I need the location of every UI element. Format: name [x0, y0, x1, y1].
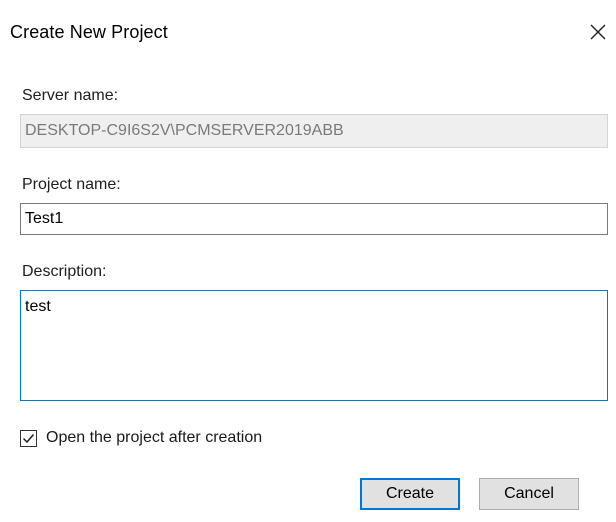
- open-after-creation-label: Open the project after creation: [46, 429, 263, 446]
- description-label: Description:: [22, 263, 107, 280]
- project-name-label: Project name:: [22, 176, 121, 193]
- close-button[interactable]: [584, 18, 612, 46]
- server-name-field: [20, 114, 608, 148]
- dialog-title: Create New Project: [10, 22, 168, 42]
- close-icon: [590, 24, 606, 40]
- description-input[interactable]: test: [20, 290, 608, 401]
- open-after-creation-checkbox[interactable]: [20, 429, 37, 447]
- project-name-input[interactable]: [20, 203, 608, 235]
- create-button[interactable]: Create: [360, 478, 460, 510]
- open-after-creation-option[interactable]: Open the project after creation: [20, 428, 262, 448]
- server-name-label: Server name:: [22, 87, 119, 104]
- create-project-dialog: Create New Project Server name: Project …: [0, 0, 616, 522]
- cancel-button[interactable]: Cancel: [479, 478, 579, 510]
- checkmark-icon: [22, 433, 35, 443]
